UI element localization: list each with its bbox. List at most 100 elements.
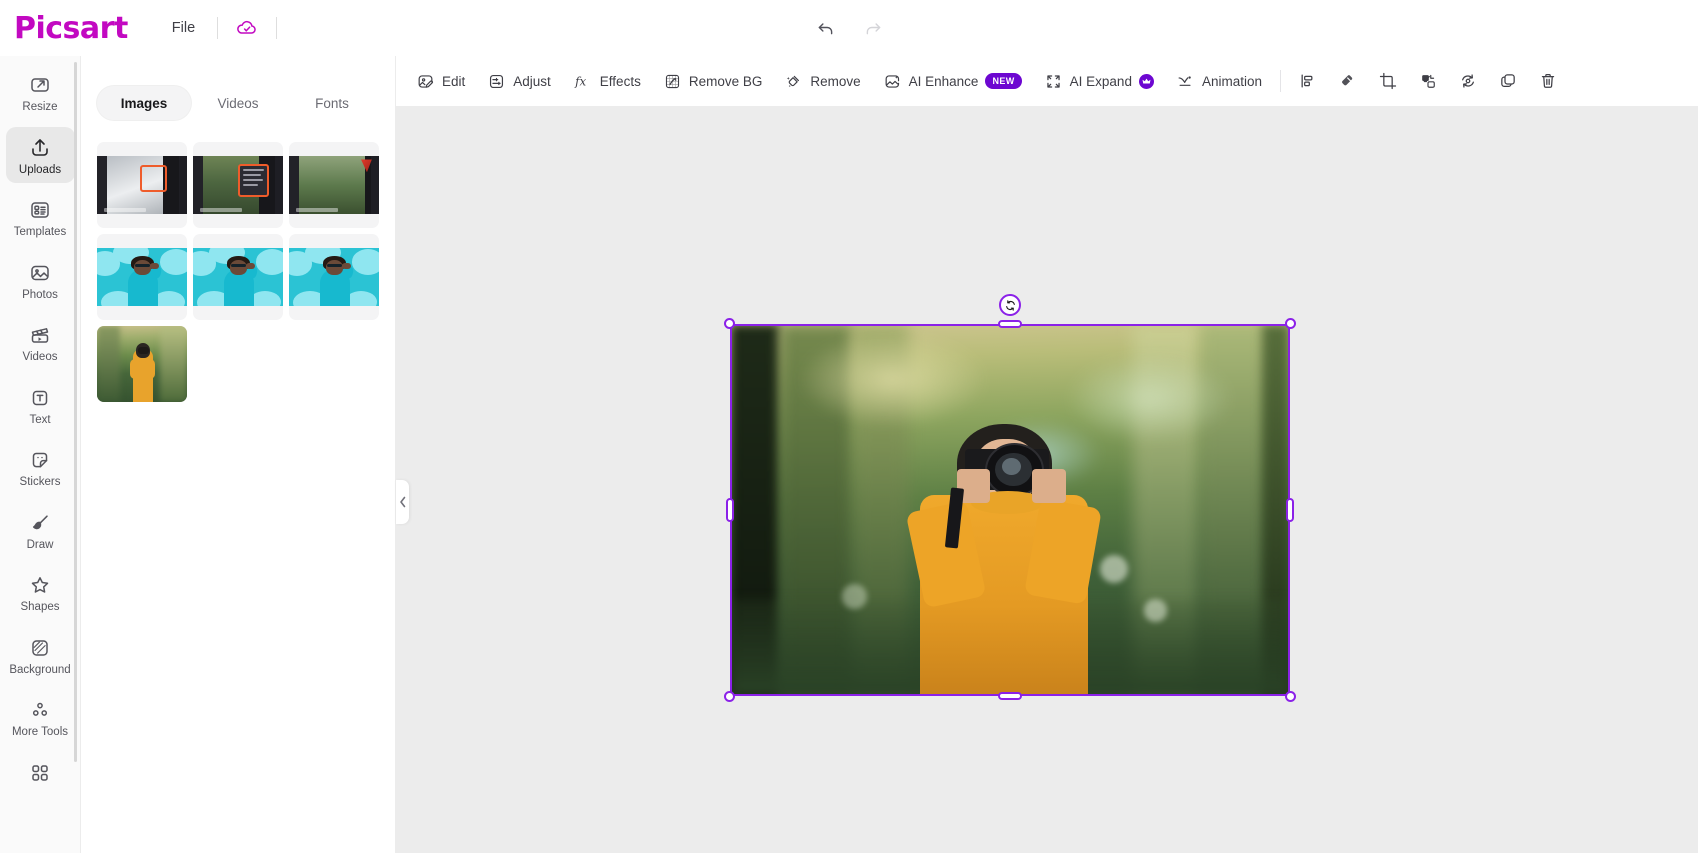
picsart-logo[interactable]: Picsart (14, 11, 128, 46)
toolbar-divider (1280, 70, 1281, 92)
thumb-image (97, 248, 187, 306)
handle-right-center[interactable] (1286, 498, 1294, 522)
object-toolbar: Edit Adjust fx Effects Remove BG Remove … (396, 56, 1698, 106)
adjust-icon (490, 74, 504, 88)
resize-icon (31, 78, 49, 92)
toolbar-edit-label: Edit (442, 73, 466, 89)
sidebar-item-stickers[interactable]: Stickers (6, 439, 75, 496)
upload-thumb-1[interactable] (97, 142, 187, 228)
sidebar-item-background[interactable]: Background (6, 627, 75, 684)
toolbar-delete-button[interactable] (1529, 63, 1567, 99)
toolbar-animation-button[interactable]: Animation (1166, 65, 1272, 98)
svg-text:fx: fx (574, 74, 586, 88)
flip-rotate-icon (1462, 74, 1474, 88)
sidebar-label-photos: Photos (22, 288, 58, 301)
toolbar-remove-bg-label: Remove BG (688, 73, 763, 89)
paintbrush-icon (32, 514, 48, 529)
sidebar-label-background: Background (9, 663, 71, 676)
sidebar-label-uploads: Uploads (18, 163, 62, 176)
divider-2 (276, 17, 278, 39)
tab-fonts[interactable]: Fonts (285, 86, 379, 120)
sidebar-item-videos[interactable]: Videos (6, 314, 75, 371)
toolbar-flip-rotate-button[interactable] (1449, 63, 1487, 99)
tab-videos[interactable]: Videos (191, 86, 285, 120)
panel-collapse-button[interactable] (396, 480, 409, 524)
sidebar-item-text[interactable]: Text (6, 377, 75, 434)
handle-left-center[interactable] (726, 498, 734, 522)
tab-images[interactable]: Images (97, 86, 191, 120)
sidebar-item-shapes[interactable]: Shapes (6, 564, 75, 621)
remove-bg-icon (665, 74, 679, 88)
toolbar-ai-expand-button[interactable]: AI Expand (1034, 65, 1164, 98)
toolbar-eraser-button[interactable] (1329, 63, 1367, 99)
panel-tabs: Images Videos Fonts (97, 86, 379, 120)
sidebar-item-photos[interactable]: Photos (6, 252, 75, 309)
duplicate-icon (1501, 74, 1515, 87)
more-tools-icon (32, 702, 48, 716)
cloud-check-icon[interactable] (232, 14, 262, 42)
uploads-grid-row3 (97, 326, 379, 402)
ai-enhance-icon (885, 74, 899, 88)
selected-object[interactable] (724, 294, 1296, 702)
sidebar-item-draw[interactable]: Draw (6, 502, 75, 559)
video-clapper-icon (31, 328, 49, 343)
layer-order-icon (1422, 74, 1435, 88)
upload-icon (32, 138, 48, 156)
handle-bottom-left[interactable] (724, 691, 735, 702)
upload-thumb-4[interactable] (97, 234, 187, 320)
sidebar-item-more-tools[interactable]: More Tools (6, 689, 75, 746)
toolbar-effects-button[interactable]: fx Effects (563, 65, 651, 98)
toolbar-remove-bg-button[interactable]: Remove BG (653, 65, 773, 98)
toolbar-ai-enhance-label: AI Enhance (908, 73, 979, 89)
toolbar-animation-label: Animation (1201, 73, 1262, 89)
handle-top-center[interactable] (998, 320, 1022, 328)
toolbar-align-button[interactable] (1289, 63, 1327, 99)
sidebar-label-templates: Templates (13, 226, 67, 238)
toolbar-ai-enhance-button[interactable]: AI Enhance NEW (873, 65, 1032, 98)
uploads-grid (97, 142, 379, 320)
sidebar-label-shapes: Shapes (20, 601, 60, 613)
sidebar-scrollbar[interactable] (74, 62, 77, 762)
sidebar-item-uploads[interactable]: Uploads (5, 126, 75, 183)
thumb-image (97, 326, 187, 402)
thumb-image (193, 248, 283, 306)
redo-arrow-icon[interactable] (857, 12, 889, 42)
sidebar-label-resize: Resize (22, 101, 58, 113)
toolbar-adjust-button[interactable]: Adjust (477, 65, 561, 98)
left-sidebar: Resize Uploads Templates Photos Videos T… (0, 56, 81, 853)
fx-icon: fx (574, 74, 586, 88)
sidebar-item-templates[interactable]: Templates (6, 189, 75, 246)
handle-top-left[interactable] (724, 318, 735, 329)
photo-icon (31, 265, 49, 280)
crop-icon (1379, 72, 1397, 90)
toolbar-edit-button[interactable]: Edit (406, 65, 475, 98)
thumb-image (97, 156, 187, 214)
toolbar-layer-order-button[interactable] (1409, 63, 1447, 99)
upload-thumb-3[interactable] (289, 142, 379, 228)
sidebar-item-apps-grid[interactable] (6, 752, 75, 792)
toolbar-duplicate-button[interactable] (1489, 63, 1527, 99)
photographer-with-camera-image[interactable] (730, 324, 1290, 696)
upload-thumb-2[interactable] (193, 142, 283, 228)
thumb-image (193, 156, 283, 214)
align-icon (1301, 74, 1313, 88)
undo-arrow-icon[interactable] (809, 12, 841, 42)
divider-1 (217, 17, 219, 39)
apps-grid-icon (32, 764, 48, 781)
file-menu[interactable]: File (164, 14, 203, 42)
top-bar: Picsart File (0, 0, 1698, 56)
sidebar-item-resize[interactable]: Resize (6, 64, 75, 121)
star-icon (31, 577, 49, 593)
handle-top-right[interactable] (1285, 318, 1296, 329)
toolbar-remove-button[interactable]: Remove (774, 65, 870, 98)
upload-thumb-5[interactable] (193, 234, 283, 320)
upload-thumb-7[interactable] (97, 326, 187, 402)
handle-bottom-right[interactable] (1285, 691, 1296, 702)
toolbar-crop-button[interactable] (1369, 63, 1407, 99)
handle-bottom-center[interactable] (998, 692, 1022, 700)
upload-thumb-6[interactable] (289, 234, 379, 320)
sidebar-label-more-tools: More Tools (11, 726, 69, 738)
rotate-handle-icon[interactable] (999, 294, 1021, 316)
uploads-panel: Images Videos Fonts (81, 56, 396, 853)
sidebar-label-draw: Draw (26, 538, 54, 551)
